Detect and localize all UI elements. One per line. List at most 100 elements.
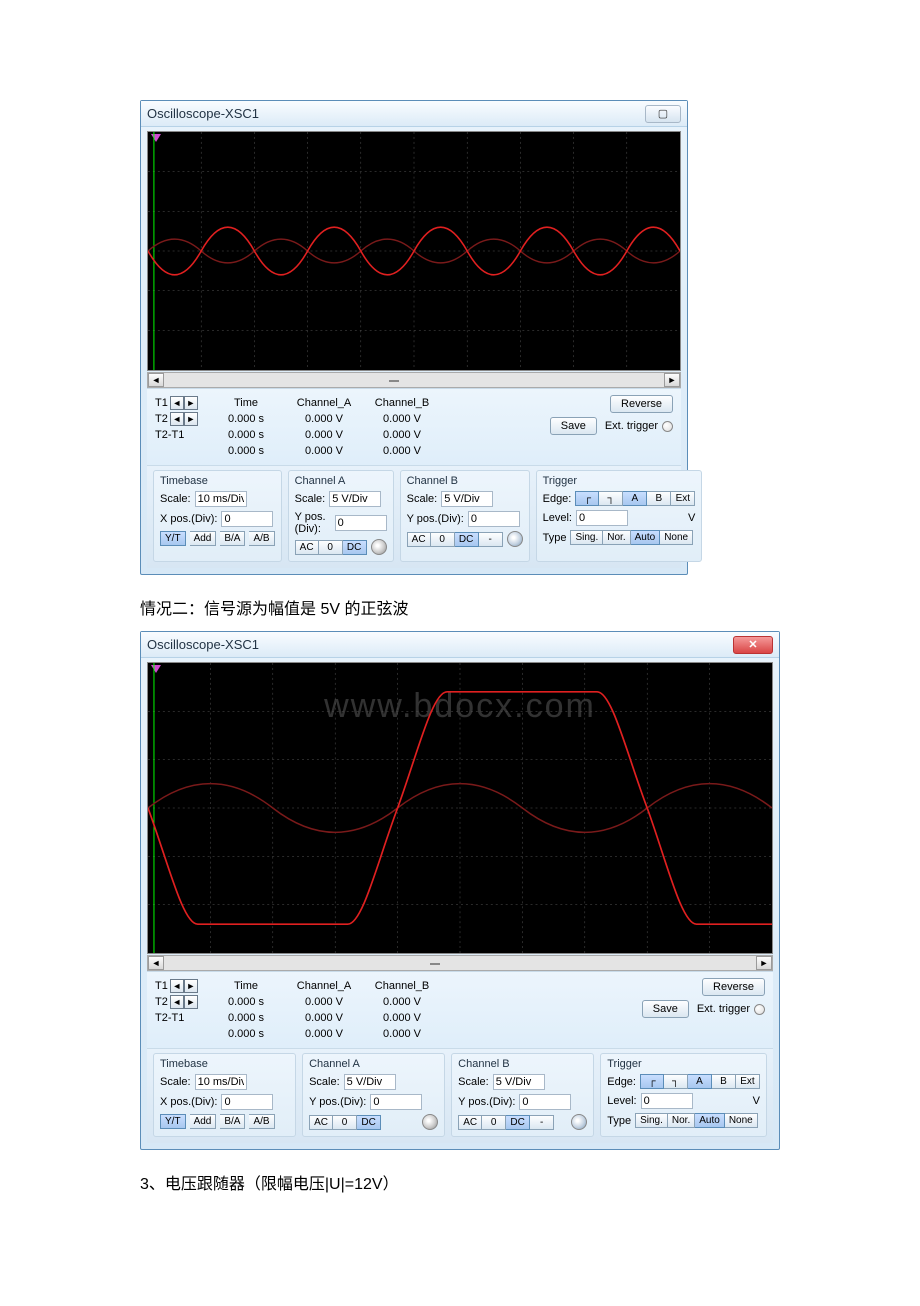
- tb-xpos-input[interactable]: [221, 511, 273, 527]
- tb-xpos-input[interactable]: [221, 1094, 273, 1110]
- maximize-button[interactable]: ▢: [645, 105, 681, 123]
- t1-left-button[interactable]: ◄: [170, 979, 184, 993]
- trigger-panel: Trigger Edge: ┌ ┐ A B Ext Level:V Type: [600, 1053, 767, 1137]
- trig-sing-button[interactable]: Sing.: [570, 530, 603, 545]
- chb-dc-button[interactable]: DC: [506, 1115, 530, 1130]
- oscilloscope-screen[interactable]: www.bdocx.com: [147, 662, 773, 954]
- scroll-thumb[interactable]: [389, 380, 399, 382]
- cha-dc-button[interactable]: DC: [357, 1115, 381, 1130]
- tb-add-button[interactable]: Add: [190, 531, 217, 546]
- t1-right-button[interactable]: ►: [184, 979, 198, 993]
- chb-scale-input[interactable]: [441, 491, 493, 507]
- chb-0-button[interactable]: 0: [431, 532, 455, 547]
- tb-ab-button[interactable]: A/B: [249, 1114, 274, 1129]
- tb-ab-button[interactable]: A/B: [249, 531, 274, 546]
- diff-a: 0.000 V: [289, 443, 359, 459]
- chb-0-button[interactable]: 0: [482, 1115, 506, 1130]
- t2-right-button[interactable]: ►: [184, 995, 198, 1009]
- tb-scale-input[interactable]: [195, 1074, 247, 1090]
- trig-b-button[interactable]: B: [647, 491, 671, 506]
- t1-right-button[interactable]: ►: [184, 396, 198, 410]
- trig-b-button[interactable]: B: [712, 1074, 736, 1089]
- cursor-readings: T1 ◄► T2 ◄► T2-T1 Time 0.000 s 0.000 s 0…: [147, 971, 773, 1048]
- cha-port-icon[interactable]: [371, 539, 387, 555]
- trig-auto-button[interactable]: Auto: [631, 530, 661, 545]
- chb-ypos-input[interactable]: [468, 511, 520, 527]
- close-button[interactable]: ✕: [733, 636, 773, 654]
- tb-ba-button[interactable]: B/A: [220, 1114, 245, 1129]
- scroll-thumb[interactable]: [430, 963, 440, 965]
- tb-yt-button[interactable]: Y/T: [160, 531, 186, 546]
- cha-0-button[interactable]: 0: [319, 540, 343, 555]
- chb-dc-button[interactable]: DC: [455, 532, 479, 547]
- horizontal-scrollbar[interactable]: ◄ ►: [147, 955, 773, 971]
- trig-a-button[interactable]: A: [623, 491, 647, 506]
- reverse-button[interactable]: Reverse: [610, 395, 673, 413]
- chb-scale-input[interactable]: [493, 1074, 545, 1090]
- trig-level-input[interactable]: [576, 510, 628, 526]
- tb-add-button[interactable]: Add: [190, 1114, 217, 1129]
- trig-nor-button[interactable]: Nor.: [668, 1113, 695, 1128]
- chb-scale-label: Scale:: [407, 493, 438, 505]
- trig-auto-button[interactable]: Auto: [695, 1113, 725, 1128]
- trig-fall-button[interactable]: ┐: [664, 1074, 688, 1089]
- channel-b-panel: Channel B Scale: Y pos.(Div): AC 0 DC -: [451, 1053, 594, 1137]
- trig-a-button[interactable]: A: [688, 1074, 712, 1089]
- trig-ext-button[interactable]: Ext: [671, 491, 695, 506]
- chb-port-icon[interactable]: [507, 531, 523, 547]
- horizontal-scrollbar[interactable]: ◄ ►: [147, 372, 681, 388]
- t2-left-button[interactable]: ◄: [170, 412, 184, 426]
- cha-0-button[interactable]: 0: [333, 1115, 357, 1130]
- trig-none-button[interactable]: None: [725, 1113, 758, 1128]
- oscilloscope-window-2: Oscilloscope-XSC1 ✕ www.bdocx.com: [140, 631, 780, 1150]
- cha-ypos-input[interactable]: [370, 1094, 422, 1110]
- trig-level-input[interactable]: [641, 1093, 693, 1109]
- t2-right-button[interactable]: ►: [184, 412, 198, 426]
- trig-rise-button[interactable]: ┌: [640, 1074, 664, 1089]
- tb-ba-button[interactable]: B/A: [220, 531, 245, 546]
- trig-fall-button[interactable]: ┐: [599, 491, 623, 506]
- save-button[interactable]: Save: [550, 417, 597, 435]
- cha-dc-button[interactable]: DC: [343, 540, 367, 555]
- titlebar[interactable]: Oscilloscope-XSC1 ✕: [141, 632, 779, 658]
- t2-left-button[interactable]: ◄: [170, 995, 184, 1009]
- ch-a-header: Channel_A: [289, 395, 359, 411]
- cha-scale-label: Scale:: [309, 1076, 340, 1088]
- trig-sing-button[interactable]: Sing.: [635, 1113, 668, 1128]
- trig-none-button[interactable]: None: [660, 530, 693, 545]
- cha-scale-input[interactable]: [344, 1074, 396, 1090]
- diff-time: 0.000 s: [211, 1026, 281, 1042]
- chb-inv-button[interactable]: -: [530, 1115, 554, 1130]
- trigger-panel: Trigger Edge: ┌ ┐ A B Ext Level:V Type: [536, 470, 703, 562]
- oscilloscope-screen[interactable]: [147, 131, 681, 371]
- scroll-right-icon[interactable]: ►: [756, 956, 772, 970]
- tb-scale-input[interactable]: [195, 491, 247, 507]
- ext-trigger-port[interactable]: [754, 1004, 765, 1015]
- cha-port-icon[interactable]: [422, 1114, 438, 1130]
- cha-ypos-input[interactable]: [335, 515, 387, 531]
- cha-ac-button[interactable]: AC: [295, 540, 319, 555]
- chb-ypos-input[interactable]: [519, 1094, 571, 1110]
- cha-ac-button[interactable]: AC: [309, 1115, 333, 1130]
- t1-left-button[interactable]: ◄: [170, 396, 184, 410]
- titlebar[interactable]: Oscilloscope-XSC1 ▢: [141, 101, 687, 127]
- chb-port-icon[interactable]: [571, 1114, 587, 1130]
- scroll-left-icon[interactable]: ◄: [148, 373, 164, 387]
- reverse-button[interactable]: Reverse: [702, 978, 765, 996]
- trig-nor-button[interactable]: Nor.: [603, 530, 630, 545]
- ext-trigger-port[interactable]: [662, 421, 673, 432]
- save-button[interactable]: Save: [642, 1000, 689, 1018]
- trig-rise-button[interactable]: ┌: [575, 491, 599, 506]
- chb-ac-button[interactable]: AC: [407, 532, 431, 547]
- trig-ext-button[interactable]: Ext: [736, 1074, 760, 1089]
- chb-inv-button[interactable]: -: [479, 532, 503, 547]
- chb-ac-button[interactable]: AC: [458, 1115, 482, 1130]
- tb-yt-button[interactable]: Y/T: [160, 1114, 186, 1129]
- scroll-right-icon[interactable]: ►: [664, 373, 680, 387]
- t2-label: T2: [155, 994, 168, 1010]
- waveform-svg: [148, 663, 772, 953]
- channel-b-panel: Channel B Scale: Y pos.(Div): AC 0 DC -: [400, 470, 530, 562]
- trig-level-label: Level:: [607, 1095, 636, 1107]
- scroll-left-icon[interactable]: ◄: [148, 956, 164, 970]
- cha-scale-input[interactable]: [329, 491, 381, 507]
